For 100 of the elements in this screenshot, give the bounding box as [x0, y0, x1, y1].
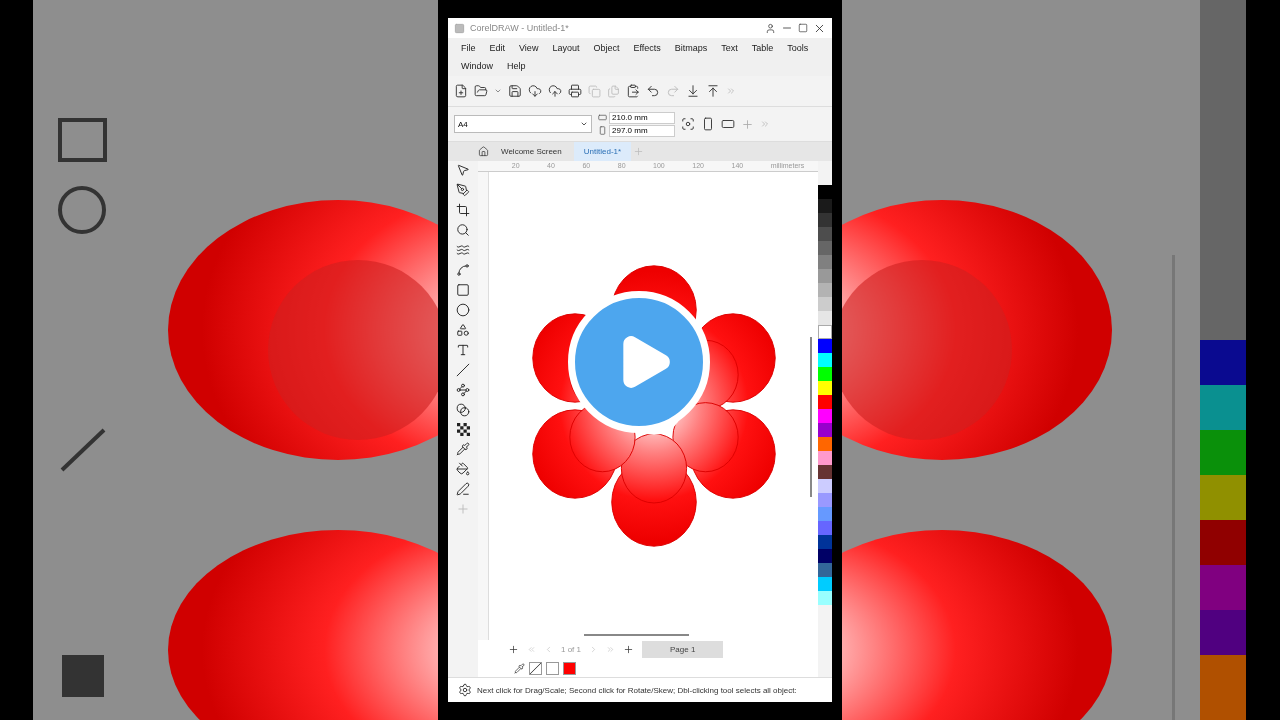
color-swatch[interactable] — [818, 521, 832, 535]
add-page-icon[interactable] — [508, 644, 519, 655]
height-field[interactable]: 297.0 mm — [609, 124, 675, 137]
connector-icon[interactable] — [456, 383, 470, 397]
menu-item[interactable]: Effects — [626, 40, 668, 56]
line-icon[interactable] — [456, 363, 470, 377]
open-folder-icon[interactable] — [474, 84, 488, 98]
color-swatch[interactable] — [818, 311, 832, 325]
text-icon[interactable] — [456, 343, 470, 357]
save-icon[interactable] — [508, 84, 522, 98]
color-swatch[interactable] — [818, 213, 832, 227]
menu-item[interactable]: Table — [744, 40, 781, 56]
new-file-icon[interactable] — [454, 84, 468, 98]
print-icon[interactable] — [568, 84, 582, 98]
landscape-icon[interactable] — [721, 117, 735, 131]
copy-icon[interactable] — [607, 84, 620, 98]
color-swatch[interactable] — [818, 451, 832, 465]
color-swatch[interactable] — [818, 395, 832, 409]
shapes-icon[interactable] — [456, 323, 470, 337]
pointer-icon[interactable] — [456, 163, 470, 177]
new-tab-icon[interactable] — [633, 146, 645, 157]
menu-item[interactable]: Edit — [482, 40, 513, 56]
document-tab[interactable]: Welcome Screen — [491, 142, 572, 161]
color-swatch[interactable] — [818, 297, 832, 311]
color-swatch[interactable] — [818, 535, 832, 549]
next-page-icon[interactable] — [589, 645, 598, 654]
no-color-swatch[interactable] — [529, 661, 542, 675]
page-tab[interactable]: Page 1 — [642, 641, 724, 658]
more-icon[interactable] — [760, 119, 770, 129]
import-icon[interactable] — [686, 84, 700, 98]
page-options-icon[interactable] — [681, 117, 695, 131]
cloud-upload-icon[interactable] — [548, 84, 562, 98]
portrait-icon[interactable] — [701, 117, 715, 131]
color-swatch[interactable] — [818, 185, 832, 199]
maximize-icon[interactable] — [798, 23, 808, 33]
settings-icon[interactable] — [458, 683, 472, 697]
ellipse-icon[interactable] — [456, 303, 470, 317]
add-icon[interactable] — [456, 502, 470, 516]
export-icon[interactable] — [706, 84, 720, 98]
caret-icon[interactable] — [494, 87, 502, 95]
color-swatch[interactable] — [818, 437, 832, 451]
curve-icon[interactable] — [456, 263, 470, 277]
color-swatch[interactable] — [818, 227, 832, 241]
color-swatch[interactable] — [818, 255, 832, 269]
cloud-download-icon[interactable] — [528, 84, 542, 98]
color-swatch[interactable] — [818, 577, 832, 591]
color-swatch[interactable] — [818, 381, 832, 395]
color-swatch[interactable] — [818, 591, 832, 605]
color-swatch[interactable] — [818, 325, 832, 339]
paste-icon[interactable] — [626, 84, 640, 98]
home-icon[interactable] — [478, 146, 489, 157]
color-swatch[interactable] — [818, 269, 832, 283]
pen-nib-icon[interactable] — [456, 183, 470, 197]
menu-item[interactable]: Object — [586, 40, 627, 56]
color-swatch[interactable] — [818, 241, 832, 255]
undo-icon[interactable] — [646, 84, 660, 98]
eyedropper-icon[interactable] — [514, 662, 525, 674]
color-swatch[interactable] — [818, 493, 832, 507]
color-swatch[interactable] — [818, 465, 832, 479]
color-swatch[interactable] — [818, 507, 832, 521]
checkerboard-icon[interactable] — [456, 423, 470, 436]
color-swatch[interactable] — [818, 367, 832, 381]
previous-page-icon[interactable] — [544, 645, 553, 654]
color-swatch[interactable] — [818, 409, 832, 423]
color-swatch[interactable] — [546, 661, 559, 675]
color-swatch[interactable] — [818, 479, 832, 493]
menu-item[interactable]: View — [512, 40, 546, 56]
color-swatch[interactable] — [818, 353, 832, 367]
rectangle-icon[interactable] — [456, 283, 470, 297]
color-swatch[interactable] — [818, 563, 832, 577]
width-field[interactable]: 210.0 mm — [609, 111, 675, 124]
first-page-icon[interactable] — [527, 645, 536, 654]
add-page-icon[interactable] — [623, 644, 634, 655]
menu-item[interactable]: Window — [454, 58, 500, 74]
more-icon[interactable] — [726, 86, 736, 96]
menu-item[interactable]: File — [454, 40, 483, 56]
menu-item[interactable]: Layout — [545, 40, 587, 56]
color-swatch[interactable] — [818, 423, 832, 437]
color-swatch[interactable] — [818, 199, 832, 213]
scrollbar[interactable] — [810, 337, 812, 497]
document-tab[interactable]: Untitled-1* — [573, 142, 632, 161]
menu-item[interactable]: Tools — [780, 40, 816, 56]
menu-item[interactable]: Text — [714, 40, 745, 56]
redo-icon[interactable] — [666, 84, 680, 98]
blend-icon[interactable] — [456, 403, 470, 417]
freehand-icon[interactable] — [456, 243, 470, 257]
color-swatch[interactable] — [818, 339, 832, 353]
color-swatch[interactable] — [818, 549, 832, 563]
zoom-icon[interactable] — [456, 223, 470, 237]
last-page-icon[interactable] — [606, 645, 615, 654]
add-icon[interactable] — [741, 117, 754, 131]
scrollbar[interactable] — [584, 634, 689, 636]
color-swatch[interactable] — [563, 661, 576, 675]
crop-icon[interactable] — [456, 203, 470, 217]
pen-icon[interactable] — [456, 482, 470, 496]
paint-bucket-icon[interactable] — [456, 462, 470, 476]
page-size-dropdown[interactable]: A4 — [454, 115, 592, 133]
menu-item[interactable]: Help — [500, 58, 533, 74]
eyedropper-icon[interactable] — [456, 442, 470, 456]
menu-item[interactable]: Bitmaps — [667, 40, 715, 56]
